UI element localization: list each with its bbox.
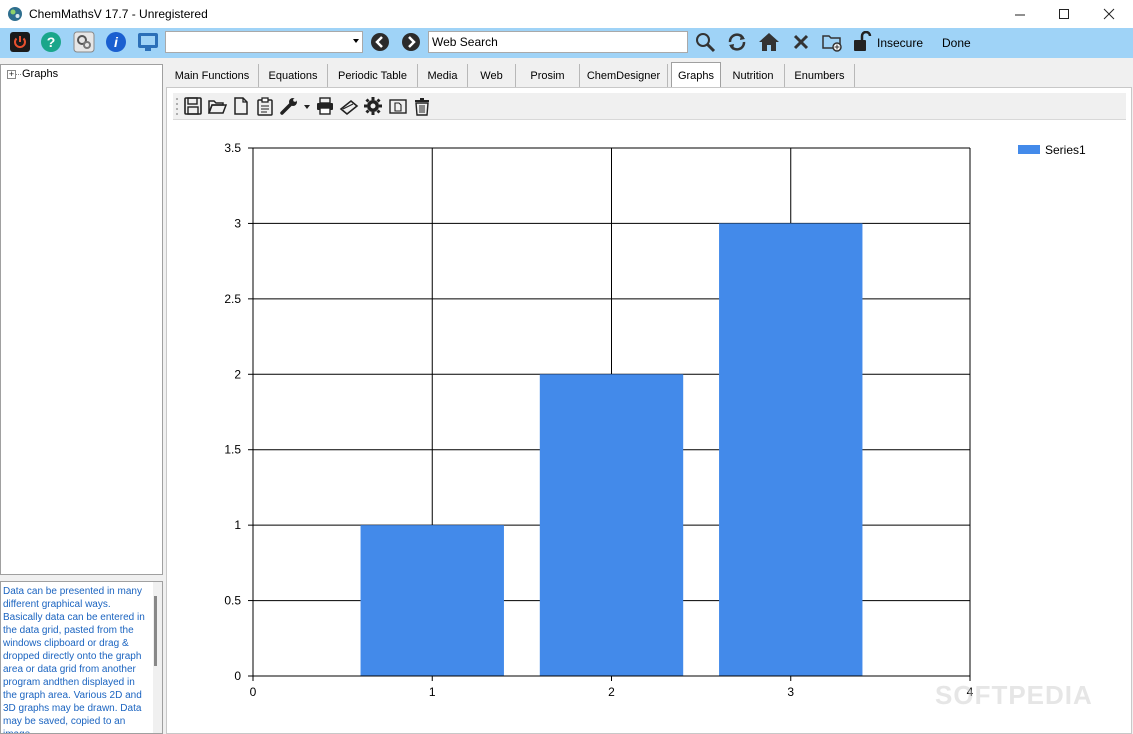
clipboard-icon[interactable] [255,96,275,116]
home-button[interactable] [758,31,780,53]
tree-pane: + Graphs [0,64,163,575]
browser-status: Done [942,36,971,50]
save-icon[interactable] [183,96,203,116]
power-icon [10,32,30,52]
y-tick-label: 1 [234,518,241,532]
y-tick-label: 3 [234,216,241,230]
tab-nutrition[interactable]: Nutrition [722,64,785,88]
minimize-icon [1015,14,1025,16]
settings-icon [73,31,95,53]
screen-button[interactable] [137,31,159,53]
screen-icon [138,33,158,51]
maximize-icon [1059,9,1069,19]
tree-item-graphs[interactable]: Graphs [22,68,58,80]
tree-connector [16,74,21,75]
y-tick-label: 0.5 [224,594,241,608]
svg-text:?: ? [47,34,56,50]
lock-button[interactable] [851,31,873,53]
forward-icon [402,33,420,51]
y-tick-label: 0 [234,669,241,683]
gear-icon[interactable] [363,96,383,116]
tab-periodic-table[interactable]: Periodic Table [328,64,418,88]
print-icon[interactable] [315,96,335,116]
new-page-icon[interactable] [388,96,408,116]
x-tick-label: 1 [429,685,436,699]
help-scrollbar-thumb[interactable] [154,596,157,666]
new-icon[interactable] [231,96,251,116]
app-logo-icon [8,7,22,21]
legend-label: Series1 [1045,143,1086,157]
combo-dropdown-icon[interactable] [353,39,359,43]
help-button[interactable]: ? [40,31,62,53]
help-pane: Data can be presented in many different … [0,581,163,734]
y-tick-label: 1.5 [224,443,241,457]
power-button[interactable] [9,31,31,53]
bar[interactable] [360,525,504,676]
maximize-button[interactable] [1041,0,1087,28]
legend-swatch [1018,145,1040,154]
scan-icon[interactable] [339,96,359,116]
info-icon: i [106,32,126,52]
bar-chart[interactable]: 00.511.522.533.50 1 2 3 4Series1 [166,122,1131,722]
bar[interactable] [719,223,863,676]
add-folder-button[interactable] [821,31,843,53]
window-title: ChemMathsV 17.7 - Unregistered [29,7,208,21]
settings-button[interactable] [73,31,95,53]
wrench-icon[interactable] [279,96,299,116]
y-tick-label: 2 [234,367,241,381]
forward-button[interactable] [400,31,422,53]
back-icon [371,33,389,51]
tab-web[interactable]: Web [468,64,516,88]
url-combo[interactable] [165,31,363,53]
wrench-dropdown-icon[interactable] [303,104,311,110]
search-icon [696,33,716,53]
search-button[interactable] [694,31,716,53]
help-icon: ? [41,32,61,52]
tab-enumbers[interactable]: Enumbers [785,64,855,88]
x-tick-label: 0 [250,685,257,699]
refresh-button[interactable] [726,31,748,53]
stop-icon [793,34,809,50]
security-status: Insecure [877,36,924,50]
tree-expand-icon[interactable]: + [7,70,16,79]
tab-equations[interactable]: Equations [259,64,328,88]
stop-button[interactable] [790,31,812,53]
x-tick-label: 2 [608,685,615,699]
tab-chemdesigner[interactable]: ChemDesigner [580,64,668,88]
bar[interactable] [539,374,684,676]
lock-icon [854,31,872,51]
web-search-input[interactable] [428,31,688,53]
tab-prosim[interactable]: Prosim [516,64,580,88]
toolbar-grip [176,98,178,115]
close-icon [1103,8,1115,20]
help-text: Data can be presented in many different … [3,586,145,733]
tab-media[interactable]: Media [418,64,468,88]
y-tick-label: 3.5 [224,141,241,155]
watermark: SOFTPEDIA [935,680,1093,710]
tab-graphs[interactable]: Graphs [671,62,721,88]
info-button[interactable]: i [105,31,127,53]
add-folder-icon [822,35,842,52]
y-tick-label: 2.5 [224,292,241,306]
title-bar: ChemMathsV 17.7 - Unregistered [0,0,1133,28]
open-icon[interactable] [207,96,227,116]
x-tick-label: 3 [787,685,794,699]
trash-icon[interactable] [412,96,432,116]
tab-main-functions[interactable]: Main Functions [166,64,259,88]
minimize-button[interactable] [997,0,1043,28]
close-button[interactable] [1086,0,1132,28]
home-icon [759,33,779,51]
back-button[interactable] [369,31,391,53]
refresh-icon [728,33,746,51]
